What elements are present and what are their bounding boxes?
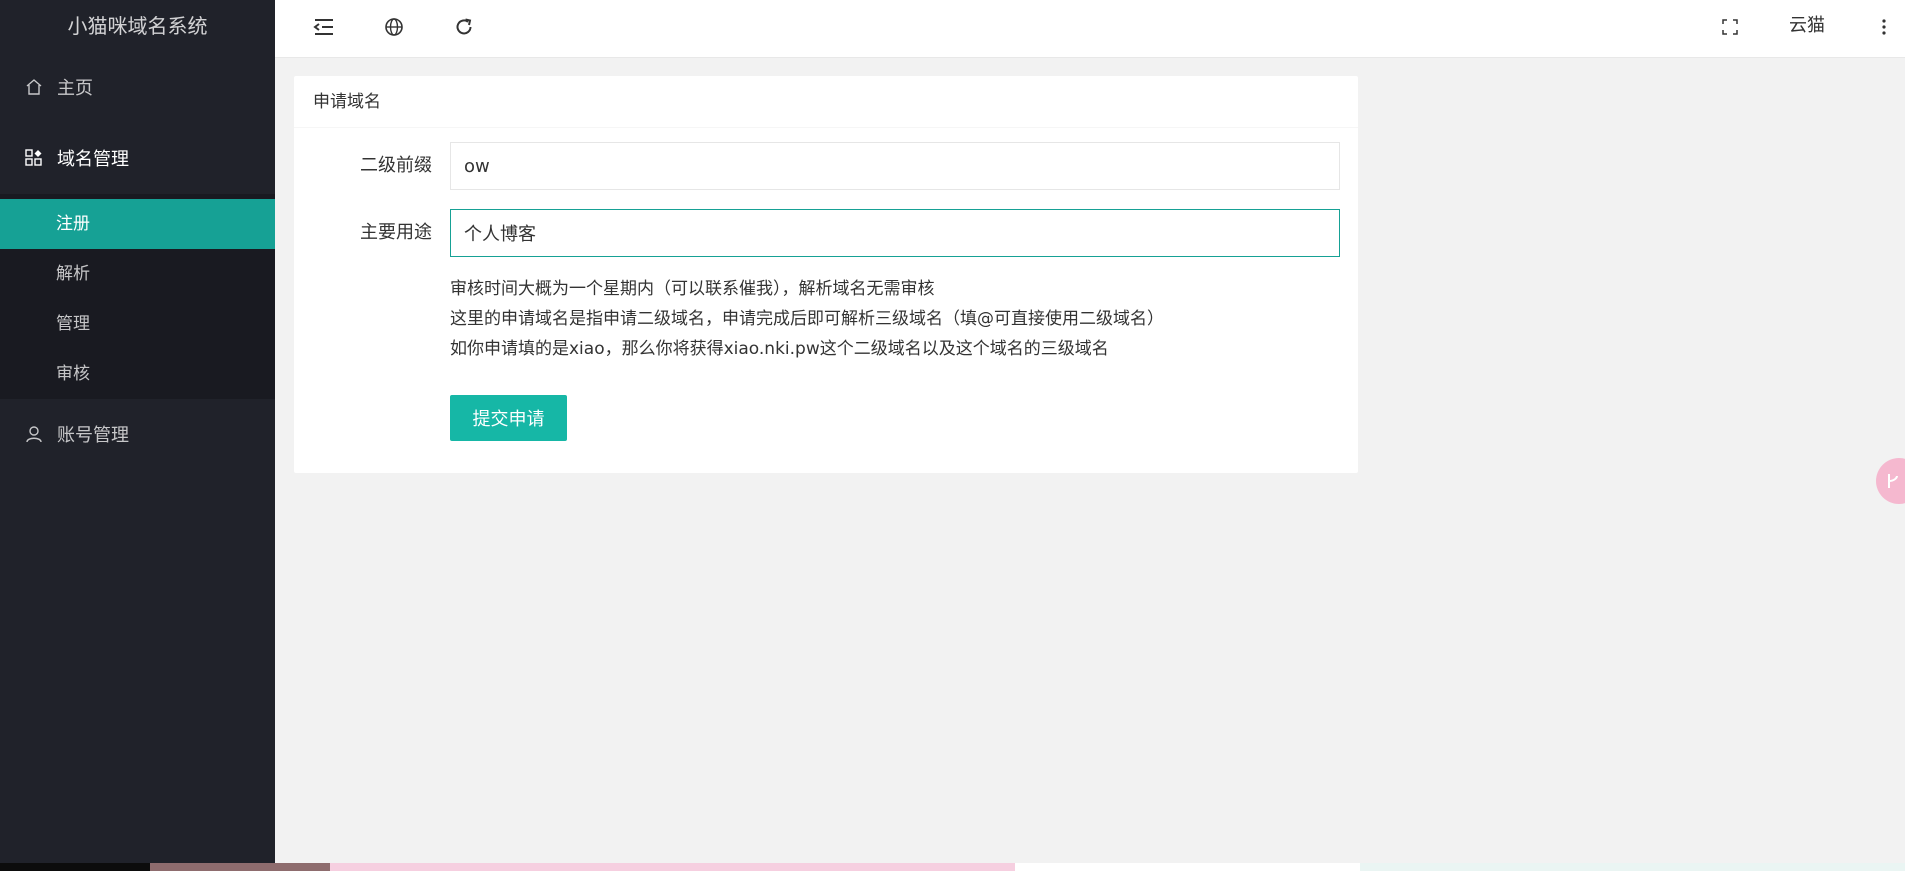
floating-helper-icon[interactable] [1876,458,1905,504]
user-name[interactable]: 云猫 [1789,0,1825,52]
sidebar-subitem-manage[interactable]: 管理 [0,299,275,349]
sidebar-item-home[interactable]: 主页 [0,52,275,122]
form-row-purpose: 主要用途 [294,209,1358,257]
apps-icon [25,149,43,167]
sidebar-subitem-resolve[interactable]: 解析 [0,249,275,299]
collapse-menu-icon[interactable] [311,14,337,40]
tip-line: 如你申请填的是xiao，那么你将获得xiao.nki.pw这个二级域名以及这个域… [450,339,1109,359]
sidebar: 小猫咪域名系统 主页 域名管理 注册 解析 管理 审核 账号管理 [0,0,275,871]
purpose-input[interactable] [450,209,1340,257]
tip-line: 这里的申请域名是指申请二级域名，申请完成后即可解析三级域名（填@可直接使用二级域… [450,309,1164,329]
fullscreen-icon[interactable] [1717,14,1743,40]
purpose-label: 主要用途 [360,222,432,243]
refresh-icon[interactable] [451,14,477,40]
globe-icon[interactable] [381,14,407,40]
home-icon [25,78,43,96]
sidebar-item-label: 账号管理 [57,425,129,446]
more-vertical-icon[interactable] [1871,14,1897,40]
background-strip [0,863,1905,871]
apply-domain-card: 申请域名 二级前缀 主要用途 审核时间大概为一个星期内（可以联系催我），解析域名… [294,76,1358,473]
prefix-input[interactable] [450,142,1340,190]
sidebar-item-label: 域名管理 [57,149,129,170]
sidebar-item-account-management[interactable]: 账号管理 [0,399,275,469]
prefix-label: 二级前缀 [360,155,432,176]
app-logo: 小猫咪域名系统 [67,14,208,38]
form-row-prefix: 二级前缀 [294,142,1358,190]
sidebar-subitem-register[interactable]: 注册 [0,199,275,249]
card-title: 申请域名 [294,76,1358,128]
sidebar-item-label: 主页 [57,78,93,99]
user-icon [25,425,43,443]
submit-button[interactable]: 提交申请 [450,395,567,441]
tip-line: 审核时间大概为一个星期内（可以联系催我），解析域名无需审核 [450,279,935,299]
domain-submenu: 注册 解析 管理 审核 [0,194,275,399]
tips-text: 审核时间大概为一个星期内（可以联系催我），解析域名无需审核 这里的申请域名是指申… [450,274,1164,364]
top-header: 云猫 [275,0,1905,58]
sidebar-item-domain-management[interactable]: 域名管理 [0,122,275,194]
sidebar-subitem-review[interactable]: 审核 [0,349,275,399]
